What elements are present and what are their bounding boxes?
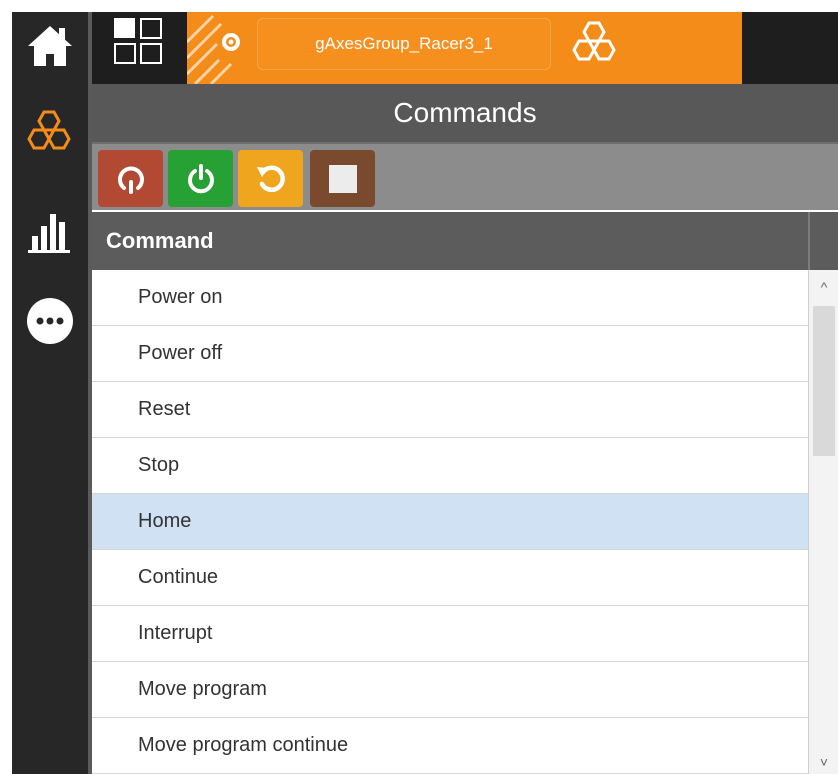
command-row-stop[interactable]: Stop [92,438,808,494]
home-icon [28,26,72,66]
bar-chart-icon [28,214,70,253]
column-header-command[interactable]: Command [92,212,808,270]
nav-more-button[interactable] [12,290,88,352]
more-icon [27,298,73,344]
active-tab[interactable]: gAxesGroup_Racer3_1 [187,12,742,84]
top-margin [0,0,838,12]
reset-icon [256,165,285,192]
striped-status-icon [187,14,240,84]
command-row-move-program-continue[interactable]: Move program continue [92,718,808,774]
command-row-continue[interactable]: Continue [92,550,808,606]
header-filler [808,212,838,270]
scroll-up-button[interactable]: ^ [809,270,838,304]
command-row-interrupt[interactable]: Interrupt [92,606,808,662]
command-row-power-on[interactable]: Power on [92,270,808,326]
tab-title[interactable]: gAxesGroup_Racer3_1 [257,18,551,70]
restart-button[interactable] [98,150,163,207]
command-row-home[interactable]: Home [92,494,808,550]
layout-grid-button[interactable] [110,14,166,68]
left-navigation [12,12,88,774]
nav-hexagon-button[interactable] [12,98,88,168]
command-toolbar [92,144,838,210]
panel-title: Commands [92,84,838,144]
restart-icon [117,166,144,194]
top-bar: gAxesGroup_Racer3_1 [92,12,838,84]
stop-icon [328,164,357,193]
scroll-thumb[interactable] [813,306,835,456]
stop-button[interactable] [310,150,375,207]
reset-button[interactable] [238,150,303,207]
vertical-scrollbar[interactable]: ^ ˅ [808,270,838,774]
grid-icon [114,18,162,64]
command-row-reset[interactable]: Reset [92,382,808,438]
nav-home-button[interactable] [12,12,88,80]
power-button[interactable] [168,150,233,207]
scroll-down-button[interactable]: ˅ [809,750,838,774]
hexagon-cluster-icon[interactable] [567,20,623,68]
power-icon [187,163,214,193]
hexagon-cluster-icon [27,110,71,150]
command-row-power-off[interactable]: Power off [92,326,808,382]
command-list: Power on Power off Reset Stop Home Conti… [92,270,808,774]
command-row-move-program[interactable]: Move program [92,662,808,718]
nav-statistics-button[interactable] [12,202,88,262]
